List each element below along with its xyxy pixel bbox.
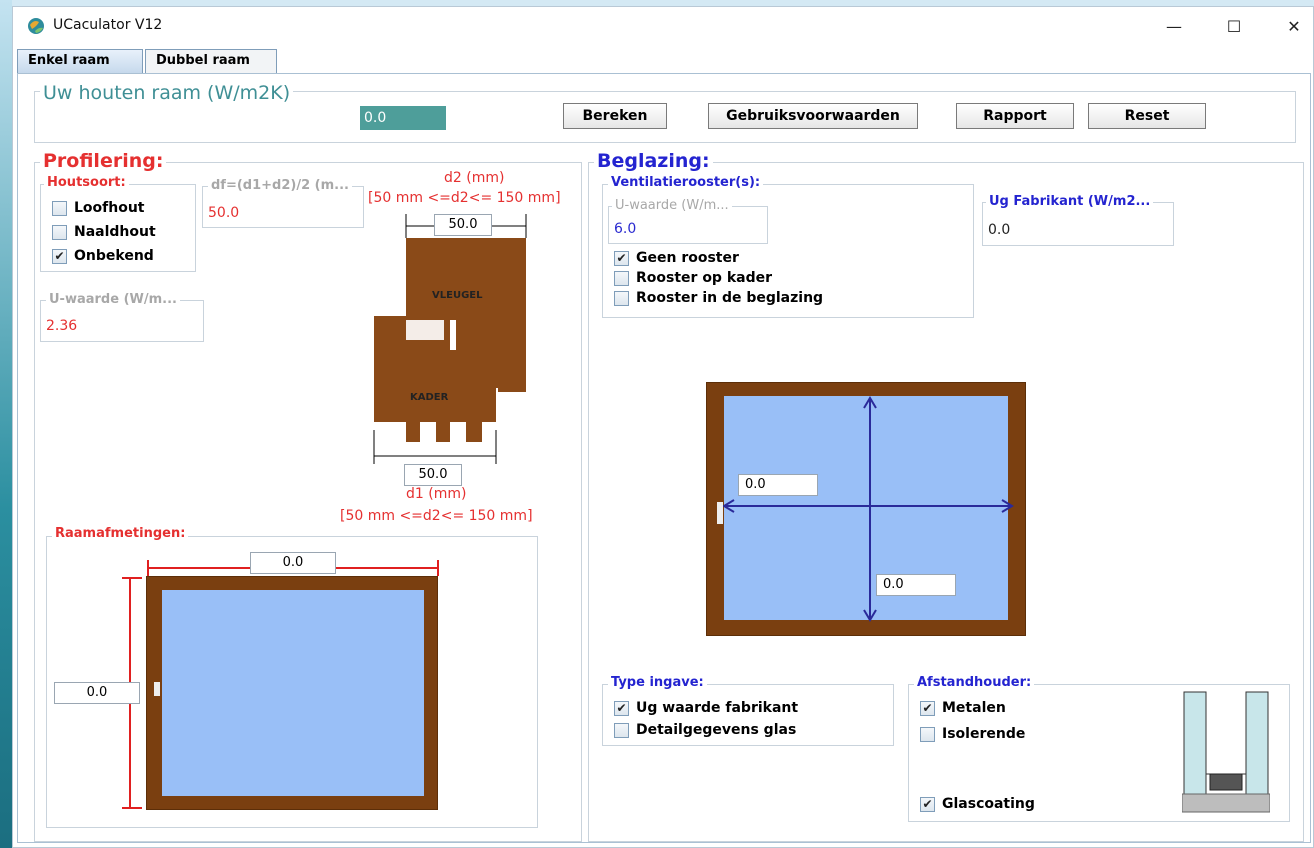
glass-arrows [717,396,1014,622]
checkbox-box[interactable] [614,270,629,286]
checkbox-box[interactable]: ✔ [614,250,629,266]
isolerende-label: Isolerende [942,726,1026,742]
checkbox-box[interactable] [614,290,629,306]
d1-range: [50 mm <=d2<= 150 mm] [340,508,533,524]
title-bar: UCaculator V12 — ☐ ✕ [13,7,1313,45]
rooster-glas-label: Rooster in de beglazing [636,290,824,306]
calculate-button[interactable]: Bereken [563,103,667,129]
rooster-glas-checkbox[interactable]: Rooster in de beglazing [614,290,823,306]
checkbox-box[interactable] [920,726,935,742]
glascoating-checkbox[interactable]: ✔ Glascoating [920,796,1035,812]
reset-button[interactable]: Reset [1088,103,1206,129]
spacer-diagram [1182,691,1270,813]
app-window: UCaculator V12 — ☐ ✕ Enkel raam Dubbel r… [12,6,1314,848]
d1-label: d1 (mm) [406,486,467,502]
type-ingave-title: Type ingave: [608,675,707,690]
onbekend-checkbox[interactable]: ✔ Onbekend [52,248,154,264]
glass-width-input[interactable]: 0.0 [738,474,818,496]
desktop-edge [0,0,12,848]
d1-input[interactable]: 50.0 [404,464,462,486]
app-logo-icon [28,18,44,34]
report-button[interactable]: Rapport [956,103,1074,129]
loofhout-label: Loofhout [74,200,145,216]
rooster-kader-label: Rooster op kader [636,270,773,286]
checkbox-box[interactable]: ✔ [920,700,935,716]
terms-button[interactable]: Gebruiksvoorwaarden [708,103,918,129]
houtsoort-title: Houtsoort: [44,175,129,190]
onbekend-label: Onbekend [74,248,154,264]
checkbox-box[interactable] [614,722,629,738]
tab-panel: Uw houten raam (W/m2K) 0.0 Bereken Gebru… [17,73,1311,843]
sash-label: VLEUGEL [432,290,483,301]
raamafmetingen-title: Raamafmetingen: [52,526,189,541]
frame-label: KADER [410,392,449,403]
metalen-checkbox[interactable]: ✔ Metalen [920,700,1006,716]
loofhout-checkbox[interactable]: Loofhout [52,200,145,216]
d2-input[interactable]: 50.0 [434,214,492,236]
ug-fabrikant-value: 0.0 [988,222,1011,238]
result-value: 0.0 [360,106,446,130]
window-title: UCaculator V12 [53,17,163,33]
ug-fabrikant-option-label: Ug waarde fabrikant [636,700,799,716]
glascoating-label: Glascoating [942,796,1035,812]
isolerende-checkbox[interactable]: Isolerende [920,726,1025,742]
ug-fabrikant-title: Ug Fabrikant (W/m2... [986,194,1154,209]
geen-rooster-label: Geen rooster [636,250,739,266]
profilering-title: Profilering: [40,150,167,172]
checkbox-box[interactable] [52,200,67,216]
checkbox-box[interactable]: ✔ [614,700,629,716]
u-waarde-title: U-waarde (W/m... [46,292,180,307]
ug-fabrikant-checkbox[interactable]: ✔ Ug waarde fabrikant [614,700,798,716]
geen-rooster-checkbox[interactable]: ✔ Geen rooster [614,250,739,266]
close-button[interactable]: ✕ [1271,13,1314,41]
window-width-input[interactable]: 0.0 [250,552,336,574]
tab-enkel-raam[interactable]: Enkel raam [17,49,143,73]
df-value: 50.0 [208,205,240,221]
checkbox-box[interactable]: ✔ [920,796,935,812]
tab-dubbel-raam[interactable]: Dubbel raam [145,49,277,73]
window-height-input[interactable]: 0.0 [54,682,140,704]
afstandhouder-title: Afstandhouder: [914,675,1035,690]
vent-u-value: 6.0 [614,221,637,237]
rooster-kader-checkbox[interactable]: Rooster op kader [614,270,772,286]
beglazing-title: Beglazing: [594,150,713,172]
minimize-button[interactable]: — [1151,13,1197,41]
d2-label: d2 (mm) [444,170,505,186]
d2-range: [50 mm <=d2<= 150 mm] [368,190,561,206]
u-waarde-value: 2.36 [46,318,78,334]
ventilatie-title: Ventilatierooster(s): [608,175,764,190]
checkbox-box[interactable]: ✔ [52,248,67,264]
profile-drawing [373,214,527,464]
dimension-arrows [122,560,439,809]
df-title: df=(d1+d2)/2 (m... [208,178,352,193]
glass-height-input[interactable]: 0.0 [876,574,956,596]
metalen-label: Metalen [942,700,1006,716]
detailgegevens-checkbox[interactable]: Detailgegevens glas [614,722,796,738]
vent-u-label: U-waarde (W/m... [612,198,732,213]
checkbox-box[interactable] [52,224,67,240]
result-group-title: Uw houten raam (W/m2K) [40,82,294,104]
detailgegevens-label: Detailgegevens glas [636,722,797,738]
naaldhout-checkbox[interactable]: Naaldhout [52,224,156,240]
naaldhout-label: Naaldhout [74,224,156,240]
maximize-button[interactable]: ☐ [1211,13,1257,41]
